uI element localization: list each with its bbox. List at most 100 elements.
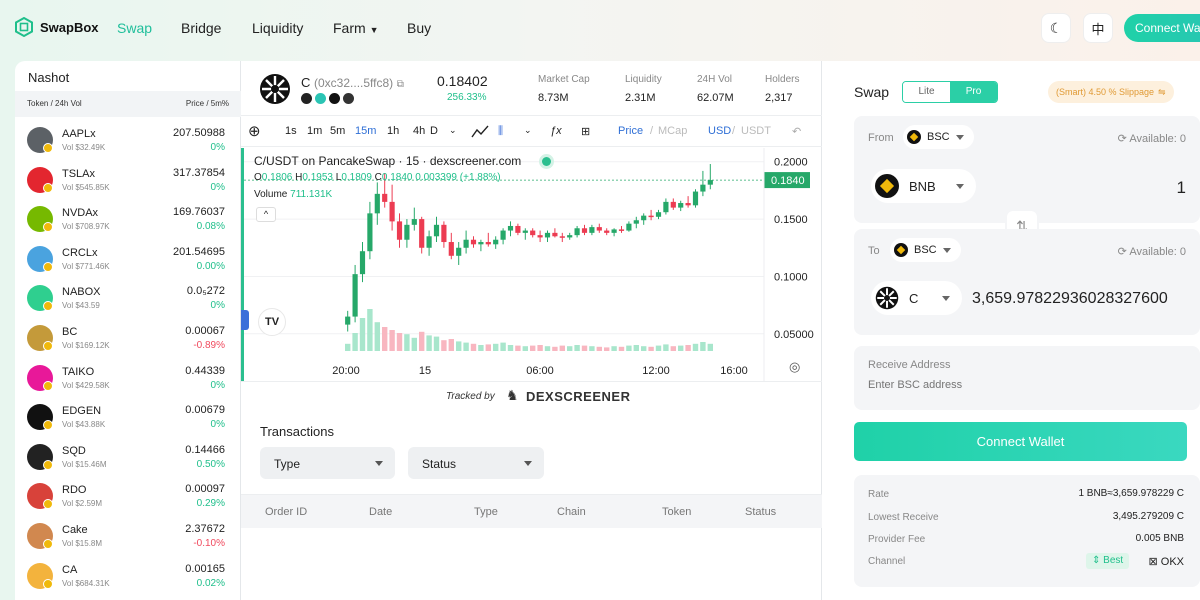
candle-body <box>589 227 595 233</box>
token-price: 0.00679 <box>185 404 225 417</box>
tradingview-logo-icon[interactable]: TV <box>258 308 286 336</box>
volume-bar <box>626 345 632 351</box>
nav-swap[interactable]: Swap <box>117 20 152 36</box>
chart-settings-icon[interactable]: ◎ <box>789 359 800 375</box>
candle-body <box>389 201 395 222</box>
token-row[interactable]: SQD Vol $15.46M 0.14466 0.50% <box>15 439 241 479</box>
token-name: TSLAx <box>62 167 96 180</box>
token-row[interactable]: EDGEN Vol $43.88K 0.00679 0% <box>15 399 241 439</box>
connect-wallet-header-button[interactable]: Connect Wallet <box>1124 14 1200 42</box>
live-indicator-dot <box>542 157 551 166</box>
interval-option[interactable]: 15m <box>355 125 376 137</box>
from-chain-select[interactable]: BSC <box>903 125 974 149</box>
token-row[interactable]: Cake Vol $15.8M 2.37672 -0.10% <box>15 518 241 558</box>
token-row[interactable]: RDO Vol $2.59M 0.00097 0.29% <box>15 478 241 518</box>
refresh-icon[interactable]: ⟳ <box>1118 133 1127 145</box>
chevron-down-icon-2[interactable]: ⌄ <box>524 125 532 136</box>
token-list-panel: Nashot Token / 24h Vol Price / 5m% AAPLx… <box>15 61 241 600</box>
to-token-select[interactable]: C <box>871 281 963 315</box>
mcap-toggle[interactable]: MCap <box>658 125 687 137</box>
candle-body <box>367 213 373 252</box>
token-volume: Vol $545.85K <box>62 182 110 192</box>
channel-label: Channel <box>868 556 906 567</box>
mode-lite[interactable]: Lite <box>903 82 950 102</box>
detail-label: Rate <box>868 489 890 500</box>
transactions-title: Transactions <box>260 424 334 439</box>
bnb-chain-badge-icon <box>43 459 53 470</box>
fx-indicators-icon[interactable]: ƒx <box>550 125 562 137</box>
slippage-button[interactable]: (Smart) 4.50 % Slippage ⇋ <box>1048 81 1174 103</box>
theme-toggle-button[interactable]: ☾ <box>1041 13 1071 43</box>
token-name: BC <box>62 326 78 338</box>
token-row[interactable]: CA Vol $684.31K 0.00165 0.02% <box>15 558 241 598</box>
line-chart-icon[interactable] <box>471 125 489 139</box>
token-price: 0.0₅272 <box>186 285 225 298</box>
token-price: 0.14466 <box>185 443 225 456</box>
usdt-toggle[interactable]: USDT <box>741 125 771 137</box>
to-amount-output: 3,659.97822936028327600 <box>972 290 1168 307</box>
nav-bridge[interactable]: Bridge <box>181 20 221 36</box>
token-row[interactable]: CRCLx Vol $771.46K 201.54695 0.00% <box>15 241 241 281</box>
telegram-icon[interactable] <box>315 93 326 104</box>
price-toggle[interactable]: Price <box>618 125 643 137</box>
candles-icon[interactable]: ⫼ <box>498 125 503 138</box>
nav-farm[interactable]: Farm ▼ <box>333 20 378 36</box>
token-row[interactable]: TAIKO Vol $429.58K 0.44339 0% <box>15 360 241 400</box>
interval-option[interactable]: D <box>430 125 438 137</box>
nav-buy[interactable]: Buy <box>407 20 431 36</box>
candle-body <box>352 274 358 317</box>
undo-icon[interactable]: ↶ <box>792 125 801 138</box>
panel-collapse-handle[interactable] <box>241 310 249 330</box>
interval-option[interactable]: 1s <box>285 125 297 137</box>
swap-panel: Swap Lite Pro (Smart) 4.50 % Slippage ⇋ F… <box>822 61 1200 600</box>
from-chain-label: BSC <box>927 131 950 143</box>
from-amount-input[interactable]: 1 <box>1177 178 1186 198</box>
volume-bar <box>500 342 506 351</box>
collapse-legend-button[interactable]: ^ <box>256 207 276 222</box>
col-status: Status <box>745 506 777 518</box>
price-chart[interactable]: 0.1840 0.2000 0.1500 0.1000 0.05000 20:00 15 06… <box>241 148 822 381</box>
token-row[interactable]: TSLAx Vol $545.85K 317.37854 0% <box>15 162 241 202</box>
token-change: 256.33% <box>447 92 487 103</box>
brand-logo[interactable]: SwapBox <box>14 17 99 37</box>
connect-wallet-button[interactable]: Connect Wallet <box>854 422 1187 461</box>
search-icon[interactable] <box>301 93 312 104</box>
volume-bar <box>670 346 676 351</box>
token-price: 0.00097 <box>185 483 225 496</box>
layout-grid-icon[interactable]: ⊞ <box>581 125 590 138</box>
chart-toolbar: ⊕ 1s 1m 5m 15m 1h 4h D ⌄ ⫼ ⌄ ƒx ⊞ Price / MCap… <box>241 117 822 147</box>
copy-icon[interactable]: ⧉ <box>397 79 404 90</box>
token-row[interactable]: BC Vol $169.12K 0.00067 -0.89% <box>15 320 241 360</box>
candle-body <box>530 230 536 236</box>
to-chain-select[interactable]: BSC <box>890 238 961 262</box>
token-social-links <box>301 93 354 104</box>
volume-bar <box>404 334 410 351</box>
interval-option[interactable]: 5m <box>330 125 345 137</box>
language-button[interactable]: 中 <box>1083 13 1113 43</box>
candle-body <box>692 191 699 206</box>
token-row[interactable]: AAPLx Vol $32.49K 207.50988 0% <box>15 122 241 162</box>
status-filter-dropdown[interactable]: Status <box>408 447 544 479</box>
volume-bar <box>411 337 417 351</box>
volume-bar <box>478 345 484 351</box>
receive-address-input[interactable] <box>868 379 1188 391</box>
interval-option[interactable]: 1m <box>307 125 322 137</box>
token-row[interactable]: NABOX Vol $43.59 0.0₅272 0% <box>15 280 241 320</box>
from-token-select[interactable]: BNB <box>871 169 976 203</box>
website-icon[interactable] <box>343 93 354 104</box>
refresh-icon-to[interactable]: ⟳ <box>1118 246 1127 258</box>
nav-liquidity[interactable]: Liquidity <box>252 20 303 36</box>
token-row[interactable]: NVDAx Vol $708.97K 169.76037 0.08% <box>15 201 241 241</box>
x-twitter-icon[interactable] <box>329 93 340 104</box>
chevron-down-icon[interactable]: ⌄ <box>449 125 457 136</box>
usd-toggle[interactable]: USD <box>708 125 731 137</box>
status-filter-label: Status <box>422 457 457 471</box>
add-indicator-icon[interactable]: ⊕ <box>248 122 261 140</box>
mode-pro[interactable]: Pro <box>950 82 997 102</box>
interval-option[interactable]: 4h <box>413 125 425 137</box>
interval-option[interactable]: 1h <box>387 125 399 137</box>
last-price-label: 0.1840 <box>771 175 805 187</box>
caret-down-icon: ▼ <box>369 25 379 35</box>
type-filter-dropdown[interactable]: Type <box>260 447 395 479</box>
from-label: From <box>868 132 894 144</box>
